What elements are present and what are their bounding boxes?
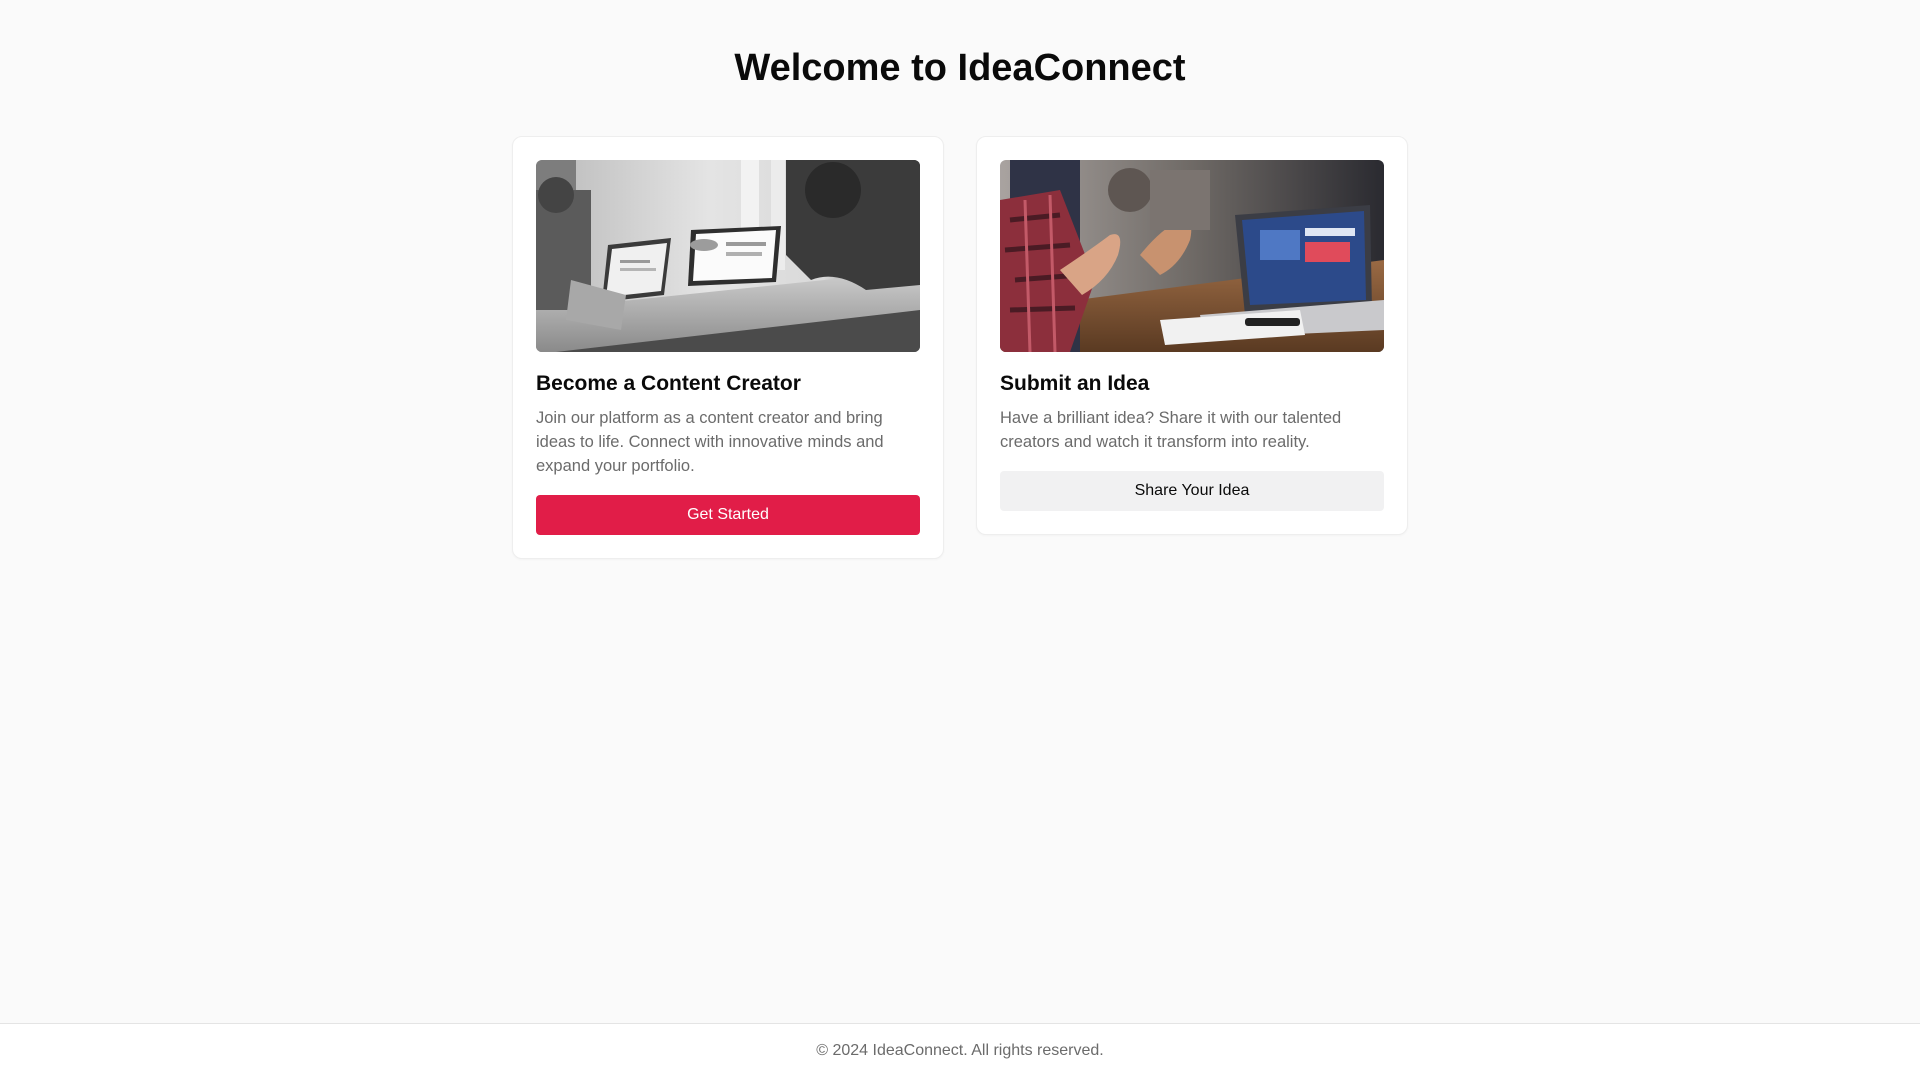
content-creator-image [536,160,920,352]
page: Welcome to IdeaConnect Become a Content … [0,0,1920,1080]
submit-idea-image [1000,160,1384,352]
submit-idea-description: Have a brilliant idea? Share it with our… [1000,409,1342,451]
copyright-text: © 2024 IdeaConnect. All rights reserved. [816,1042,1104,1059]
page-title: Welcome to IdeaConnect [734,47,1186,89]
get-started-button[interactable]: Get Started [536,495,920,535]
card-grid: Become a Content Creator Join our platfo… [512,136,1408,559]
share-your-idea-button[interactable]: Share Your Idea [1000,471,1384,511]
footer: © 2024 IdeaConnect. All rights reserved. [0,1023,1920,1080]
submit-idea-card: Submit an Idea Have a brilliant idea? Sh… [976,136,1408,535]
submit-idea-title: Submit an Idea [1000,372,1150,395]
content-creator-title: Become a Content Creator [536,372,801,395]
content-creator-card: Become a Content Creator Join our platfo… [512,136,944,559]
content-creator-description: Join our platform as a content creator a… [536,409,884,475]
